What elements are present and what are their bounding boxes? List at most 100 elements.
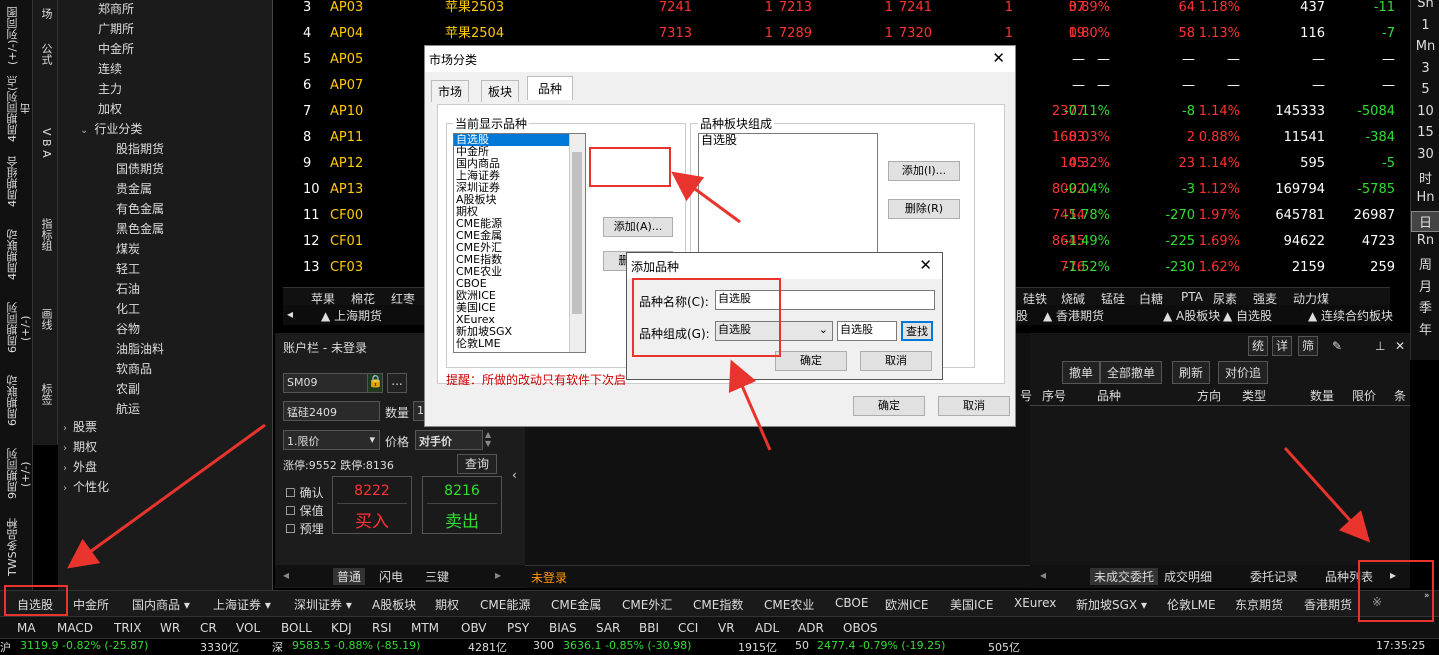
left-tab-4[interactable]: 6周期同列(+/-) <box>6 294 32 362</box>
tree-item-13[interactable]: 轻工 <box>116 260 140 277</box>
composition-list-item[interactable]: 自选股 <box>699 134 877 146</box>
order-tool-1[interactable]: 详 <box>1272 336 1292 356</box>
tree-item-22[interactable]: › 期权 <box>63 438 97 455</box>
indicator-10[interactable]: OBV <box>461 621 487 635</box>
indicator-5[interactable]: VOL <box>236 621 260 635</box>
tab-scroll-left[interactable]: ◂ <box>287 307 293 321</box>
close-icon[interactable]: ✕ <box>1395 339 1405 353</box>
function-tab-5[interactable]: 标签 <box>39 383 53 405</box>
indicator-0[interactable]: MA <box>17 621 36 635</box>
composition-list[interactable]: 自选股 <box>698 133 878 263</box>
sector-tab-3[interactable]: ▲ 自选股 <box>1223 307 1272 324</box>
current-list-item[interactable]: 伦敦LME <box>454 338 585 350</box>
search-input[interactable]: 自选股 <box>837 321 897 341</box>
tree-item-17[interactable]: 油脂油料 <box>116 340 164 357</box>
market-list-11[interactable]: CME农业 <box>764 596 814 613</box>
list-scroll-thumb[interactable] <box>572 152 582 314</box>
indicator-14[interactable]: BBI <box>639 621 659 635</box>
tree-item-23[interactable]: › 外盘 <box>63 458 97 475</box>
indicator-6[interactable]: BOLL <box>281 621 312 635</box>
code-input[interactable]: SM09 <box>283 373 368 393</box>
indicator-17[interactable]: ADL <box>755 621 779 635</box>
tree-item-3[interactable]: 连续 <box>98 60 122 77</box>
order-action-1[interactable]: 全部撤单 <box>1100 361 1163 384</box>
indicator-12[interactable]: BIAS <box>549 621 577 635</box>
indicator-4[interactable]: CR <box>200 621 217 635</box>
tree-item-0[interactable]: 郑商所 <box>98 0 134 17</box>
market-list-2[interactable]: 国内商品 ▾ <box>132 596 190 613</box>
indicator-3[interactable]: WR <box>160 621 180 635</box>
close-icon[interactable]: ✕ <box>919 256 932 274</box>
pin-icon[interactable]: ✎ <box>1332 339 1342 353</box>
market-list-16[interactable]: 新加坡SGX ▾ <box>1076 596 1147 613</box>
scroll-left-icon[interactable]: ◂ <box>1040 568 1046 582</box>
close-icon[interactable]: ✕ <box>992 49 1005 67</box>
account-tab-1[interactable]: 闪电 <box>379 568 403 585</box>
market-list-7[interactable]: CME能源 <box>480 596 530 613</box>
add2-button[interactable]: 添加(I)... <box>888 161 960 181</box>
period-5[interactable]: 10 <box>1411 104 1439 119</box>
tree-item-6[interactable]: ⌄ 行业分类 <box>80 120 142 137</box>
period-4[interactable]: 5 <box>1411 82 1439 97</box>
add-cancel-button[interactable]: 取消 <box>860 351 932 371</box>
sector-tab-0[interactable]: ▲ 上海期货 <box>321 307 382 324</box>
category-7[interactable]: PTA <box>1181 290 1203 304</box>
scroll-right-icon[interactable]: ▸ <box>495 568 501 582</box>
indicator-9[interactable]: MTM <box>411 621 439 635</box>
market-list-5[interactable]: A股板块 <box>372 596 416 613</box>
period-15[interactable]: 年 <box>1411 319 1439 338</box>
add-ok-button[interactable]: 确定 <box>775 351 847 371</box>
function-tab-0[interactable]: 场 <box>39 8 53 19</box>
tree-item-19[interactable]: 农副 <box>116 380 140 397</box>
left-tab-6[interactable]: 9周期同列(+/-) <box>6 440 32 508</box>
tree-item-12[interactable]: 煤炭 <box>116 240 140 257</box>
dialog-tab-0[interactable]: 市场 <box>431 80 470 102</box>
market-list-8[interactable]: CME金属 <box>551 596 601 613</box>
buy-button[interactable]: 8222 买入 <box>332 476 412 534</box>
collapse-icon[interactable]: ‹ <box>512 468 517 482</box>
indicator-1[interactable]: MACD <box>57 621 93 635</box>
confirm-checkbox[interactable]: ☐ 确认 <box>285 484 324 501</box>
current-list[interactable]: 自选股 中金所 国内商品 上海证券 深圳证券 A股板块 期权 CME能源 CME金属 CME外汇 C… <box>453 133 586 353</box>
tab-partial[interactable]: 股 <box>1016 307 1028 324</box>
query-button[interactable]: 查询 <box>457 454 497 474</box>
tree-item-2[interactable]: 中金所 <box>98 40 134 57</box>
period-11[interactable]: Rn <box>1411 233 1439 248</box>
order-tab-0[interactable]: 未成交委托 <box>1090 568 1159 585</box>
order-tool-0[interactable]: 统 <box>1248 336 1268 356</box>
search-button[interactable]: 查找 <box>901 321 933 341</box>
market-list-9[interactable]: CME外汇 <box>622 596 672 613</box>
period-0[interactable]: Sn <box>1411 0 1439 11</box>
dialog-tab-1[interactable]: 板块 <box>481 80 520 102</box>
order-tab-1[interactable]: 成交明细 <box>1164 568 1212 585</box>
preset-checkbox[interactable]: ☐ 预埋 <box>285 520 324 537</box>
sector-tab-1[interactable]: ▲ 香港期货 <box>1043 307 1104 324</box>
period-13[interactable]: 月 <box>1411 276 1439 295</box>
tree-item-24[interactable]: › 个性化 <box>63 478 109 495</box>
indicator-13[interactable]: SAR <box>596 621 620 635</box>
market-list-15[interactable]: XEurex <box>1014 596 1056 610</box>
hedge-checkbox[interactable]: ☐ 保值 <box>285 502 324 519</box>
indicator-19[interactable]: OBOS <box>843 621 878 635</box>
tree-item-16[interactable]: 谷物 <box>116 320 140 337</box>
tree-item-15[interactable]: 化工 <box>116 300 140 317</box>
more-button[interactable]: ... <box>387 373 407 393</box>
market-list-3[interactable]: 上海证券 ▾ <box>213 596 271 613</box>
indicator-15[interactable]: CCI <box>678 621 698 635</box>
left-tab-2[interactable]: 4周期组合 <box>6 148 19 216</box>
indicator-16[interactable]: VR <box>718 621 735 635</box>
tree-item-20[interactable]: 航运 <box>116 400 140 417</box>
order-action-2[interactable]: 刷新 <box>1172 361 1211 384</box>
period-14[interactable]: 季 <box>1411 297 1439 316</box>
tree-item-10[interactable]: 有色金属 <box>116 200 164 217</box>
indicator-2[interactable]: TRIX <box>114 621 141 635</box>
order-type-select[interactable]: 1.限价 ▾ <box>283 430 380 450</box>
account-tab-0[interactable]: 普通 <box>333 568 366 585</box>
tree-item-8[interactable]: 国债期货 <box>116 160 164 177</box>
tree-item-14[interactable]: 石油 <box>116 280 140 297</box>
tree-item-1[interactable]: 广期所 <box>98 20 134 37</box>
account-tab-2[interactable]: 三键 <box>425 568 449 585</box>
scroll-left-icon[interactable]: ◂ <box>283 568 289 582</box>
function-tab-1[interactable]: 公式 <box>39 43 53 65</box>
period-3[interactable]: 3 <box>1411 61 1439 76</box>
